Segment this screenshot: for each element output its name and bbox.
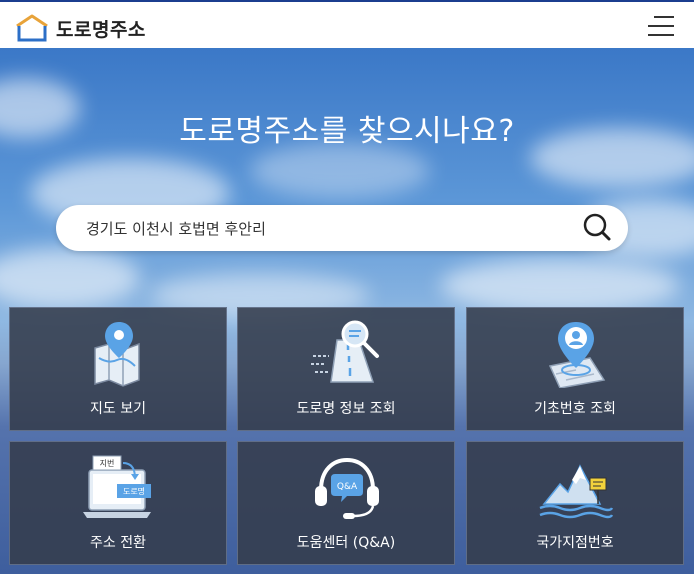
qa-badge-text: Q&A xyxy=(337,482,358,492)
search-input[interactable] xyxy=(86,205,566,251)
hamburger-menu-icon[interactable] xyxy=(646,16,674,36)
tile-label: 국가지점번호 xyxy=(536,535,614,551)
tile-address-convert[interactable]: 지번 도로명 주소 전환 xyxy=(9,441,227,565)
tile-national-point[interactable]: 국가지점번호 xyxy=(466,441,684,565)
page-headline: 도로명주소를 찾으시나요? xyxy=(179,114,515,149)
tile-label: 주소 전환 xyxy=(90,535,146,551)
tile-label: 도움센터 (Q&A) xyxy=(296,535,396,551)
tile-label: 지도 보기 xyxy=(90,401,146,417)
hero-section: 도로명주소를 찾으시나요? 지도 보기 도로명 정보 조회 xyxy=(0,48,694,574)
logo[interactable]: 도로명주소 xyxy=(14,13,146,43)
tile-help-center[interactable]: Q&A 도움센터 (Q&A) xyxy=(237,441,455,565)
logo-text: 도로명주소 xyxy=(56,18,146,41)
mountain-sign-icon xyxy=(539,464,614,519)
search-icon[interactable] xyxy=(578,208,618,248)
road-search-icon xyxy=(311,320,379,383)
tile-map-view[interactable]: 지도 보기 xyxy=(9,307,227,431)
house-logo-icon xyxy=(16,14,48,42)
tile-base-number[interactable]: 기초번호 조회 xyxy=(466,307,684,431)
tile-label: 도로명 정보 조회 xyxy=(296,401,396,417)
tile-road-info[interactable]: 도로명 정보 조회 xyxy=(237,307,455,431)
map-pin-icon xyxy=(94,322,140,387)
search-box xyxy=(56,205,628,251)
address-convert-icon: 지번 도로명 xyxy=(83,455,151,518)
badge-old-text: 지번 xyxy=(100,459,115,468)
badge-new-text: 도로명 xyxy=(123,486,145,496)
header: 도로명주소 xyxy=(0,0,694,48)
location-pin-map-icon xyxy=(548,322,606,388)
tile-label: 기초번호 조회 xyxy=(534,401,616,417)
headset-qa-icon: Q&A xyxy=(315,457,379,519)
